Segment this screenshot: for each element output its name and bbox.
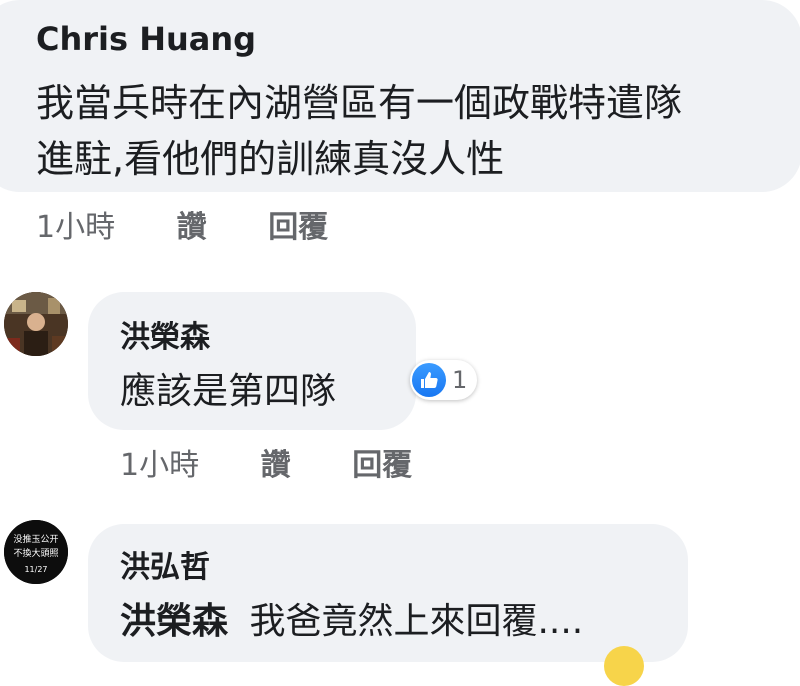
comment-bubble-reply: 洪弘哲 洪榮森 我爸竟然上來回覆.... — [88, 524, 688, 662]
avatar-text-line1: 没推玉公开 — [13, 533, 58, 545]
reaction-count: 1 — [452, 366, 468, 394]
reaction-badge[interactable]: 1 — [410, 360, 478, 400]
comment-text: 我爸竟然上來回覆.... — [249, 601, 584, 642]
reaction-emoji-icon — [604, 646, 644, 686]
reply-button[interactable]: 回覆 — [268, 210, 328, 245]
like-button[interactable]: 讚 — [177, 210, 207, 245]
thumbs-up-icon — [412, 363, 446, 397]
comment-text: 應該是第四隊 — [120, 371, 337, 412]
avatar-photo — [4, 292, 68, 356]
like-button[interactable]: 讚 — [261, 448, 291, 483]
avatar-text-line3: 11/27 — [24, 565, 47, 574]
comment-timestamp[interactable]: 1小時 — [120, 448, 199, 483]
comment-text-row: 洪榮森 我爸竟然上來回覆.... — [120, 592, 583, 644]
comment-author[interactable]: 洪弘哲 — [120, 542, 210, 586]
comment-actions: 1小時 讚 回覆 — [120, 440, 412, 484]
avatar[interactable]: 没推玉公开 不換大頭照 11/27 — [4, 520, 68, 584]
comment-bubble-reply: 洪榮森 應該是第四隊 — [88, 292, 416, 430]
comment-author[interactable]: Chris Huang — [36, 20, 256, 58]
avatar[interactable] — [4, 292, 68, 356]
comment-text-line1: 我當兵時在內湖營區有一個政戰特遣隊 — [36, 81, 683, 125]
comment-text-line2: 進駐,看他們的訓練真沒人性 — [36, 137, 505, 181]
comment-author[interactable]: 洪榮森 — [120, 312, 210, 356]
avatar-text-image: 没推玉公开 不換大頭照 11/27 — [4, 520, 68, 584]
avatar-text-line2: 不換大頭照 — [13, 547, 58, 559]
reply-button[interactable]: 回覆 — [352, 448, 412, 483]
comment-actions: 1小時 讚 回覆 — [36, 202, 328, 246]
comment-bubble-chris-huang: Chris Huang 我當兵時在內湖營區有一個政戰特遣隊 進駐,看他們的訓練真… — [0, 0, 800, 192]
comment-timestamp[interactable]: 1小時 — [36, 210, 115, 245]
mention-link[interactable]: 洪榮森 — [120, 601, 228, 642]
